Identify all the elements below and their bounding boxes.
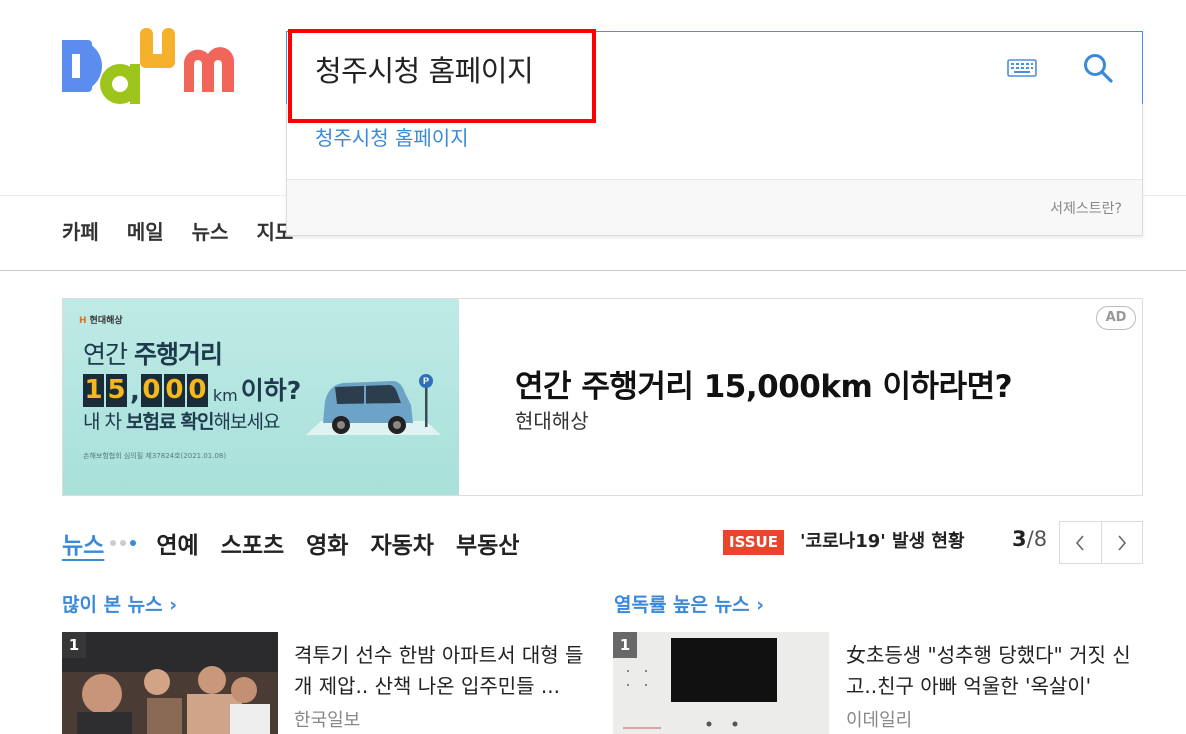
high-read-title[interactable]: 열독률 높은 뉴스 › (614, 590, 764, 617)
search-icon[interactable] (1082, 52, 1114, 84)
issue-headline[interactable]: '코로나19' 발생 현황 (800, 527, 965, 553)
most-viewed-title[interactable]: 많이 본 뉴스 › (62, 590, 177, 617)
ad-image[interactable]: H 현대해상 연간 주행거리 1 5, 0 0 0 km 이하? 내 차 보험료 확인해보세요… (63, 299, 459, 495)
more-dots-icon[interactable] (110, 540, 137, 546)
ad-fineprint: 손해보험협회 심의필 제37824호(2021.01.08) (83, 452, 227, 460)
news-headline[interactable]: 격투기 선수 한밤 아파트서 대형 들개 제압.. 산책 나온 입주민들 ... (294, 640, 589, 702)
ad-subline: 내 차 보험료 확인해보세요 (83, 411, 280, 433)
search-box[interactable]: 청주시청 홈페이지 (286, 31, 1143, 105)
news-source: 한국일보 (294, 710, 361, 731)
prev-button[interactable] (1060, 522, 1102, 563)
tab-realestate[interactable]: 부동산 (456, 526, 519, 560)
keyboard-icon[interactable] (1007, 58, 1037, 78)
svg-text:P: P (423, 376, 429, 386)
main-nav: 카페 메일 뉴스 지도 (62, 216, 321, 246)
ad-badge[interactable]: AD (1096, 306, 1136, 330)
ad-banner[interactable]: H 현대해상 연간 주행거리 1 5, 0 0 0 km 이하? 내 차 보험료 확인해보세요… (62, 298, 1143, 496)
ad-mileage: 1 5, 0 0 0 km 이하? (83, 374, 302, 407)
nav-news[interactable]: 뉴스 (192, 216, 229, 246)
search-input[interactable]: 청주시청 홈페이지 (315, 48, 534, 90)
chevron-right-icon (1118, 534, 1126, 551)
nav-mail[interactable]: 메일 (127, 216, 164, 246)
tab-sports[interactable]: 스포츠 (221, 526, 284, 560)
news-source: 이데일리 (846, 710, 913, 731)
news-thumbnail[interactable]: 1 (62, 632, 278, 734)
issue-pager-count: 3/8 (1012, 527, 1048, 551)
header-divider (0, 195, 286, 196)
nav-cafe[interactable]: 카페 (62, 216, 99, 246)
next-button[interactable] (1102, 522, 1143, 563)
ad-headline: 연간 주행거리 (83, 340, 223, 369)
issue-badge: ISSUE (723, 530, 784, 555)
suggest-dropdown: 청주시청 홈페이지 서제스트란? (286, 104, 1143, 236)
tab-movie[interactable]: 영화 (306, 526, 348, 560)
rank-badge: 1 (62, 632, 86, 658)
news-headline[interactable]: 女초등생 "성추행 당했다" 거짓 신고..친구 아빠 억울한 '옥살이' (846, 640, 1141, 702)
nav-divider (0, 270, 1186, 271)
ad-title[interactable]: 연간 주행거리 15,000km 이하라면? (515, 361, 1013, 406)
issue-pager (1059, 521, 1143, 564)
suggest-help-link[interactable]: 서제스트란? (1050, 198, 1122, 218)
ad-advertiser: 현대해상 (515, 409, 589, 433)
chevron-left-icon (1076, 534, 1084, 551)
daum-logo[interactable] (62, 28, 257, 108)
tab-car[interactable]: 자동차 (370, 526, 433, 560)
content-tabs: 뉴스 연예 스포츠 영화 자동차 부동산 (62, 526, 541, 560)
tab-news[interactable]: 뉴스 (62, 526, 104, 560)
header-divider (1143, 195, 1186, 196)
news-thumbnail[interactable]: 1 (613, 632, 829, 734)
car-illustration: P (306, 374, 441, 435)
rank-badge: 1 (613, 632, 637, 658)
tab-entertainment[interactable]: 연예 (156, 526, 198, 560)
suggest-item[interactable]: 청주시청 홈페이지 (315, 122, 469, 151)
suggest-footer: 서제스트란? (287, 179, 1142, 235)
ad-brand-logo: H 현대해상 (79, 316, 123, 326)
